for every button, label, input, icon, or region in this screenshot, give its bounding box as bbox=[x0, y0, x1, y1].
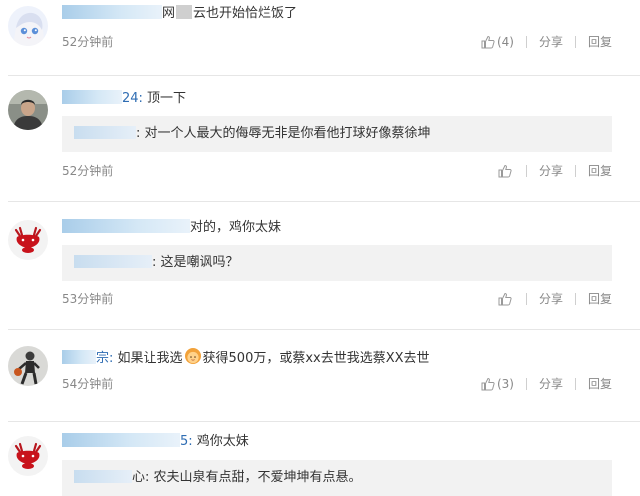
reply-button[interactable]: 回复 bbox=[588, 376, 612, 392]
divider bbox=[574, 165, 576, 177]
like-button[interactable] bbox=[498, 292, 514, 306]
divider bbox=[525, 165, 527, 177]
comment-actions: (3) 分享 回复 bbox=[481, 376, 612, 392]
reply-button[interactable]: 回复 bbox=[588, 291, 612, 307]
comment-text-line: 5: 鸡你太妹 bbox=[62, 433, 249, 451]
comment-text-line: 网 云也开始恰烂饭了 bbox=[62, 5, 297, 23]
thumbs-up-icon bbox=[498, 292, 512, 306]
quoted-username[interactable] bbox=[74, 126, 136, 139]
thumbs-up-icon bbox=[498, 164, 512, 178]
username[interactable] bbox=[62, 5, 162, 19]
quoted-text: : 这是嘲讽吗？ bbox=[152, 255, 239, 270]
comment-item: 24: 顶一下 : 对一个人最大的侮辱无非是你看他打球好像蔡徐坤 52分钟前 分… bbox=[0, 76, 640, 202]
like-count: (4) bbox=[496, 35, 514, 49]
avatar[interactable] bbox=[8, 436, 48, 476]
comment-text: 鸡你太妹 bbox=[192, 434, 249, 449]
quoted-username[interactable] bbox=[74, 255, 152, 268]
like-count: (3) bbox=[496, 377, 514, 391]
comment-actions: 分享 回复 bbox=[498, 163, 612, 179]
comment-item: 对的，鸡你太妹 : 这是嘲讽吗？ 53分钟前 分享 回复 bbox=[0, 202, 640, 330]
share-button[interactable]: 分享 bbox=[539, 163, 563, 179]
divider bbox=[574, 36, 576, 48]
comment-item: 网 云也开始恰烂饭了 52分钟前 (4) 分享 回复 bbox=[0, 0, 640, 76]
divider bbox=[574, 293, 576, 305]
like-button[interactable] bbox=[498, 164, 514, 178]
comment-text: 顶一下 bbox=[142, 91, 187, 106]
username-suffix[interactable]: 宗: bbox=[96, 351, 113, 366]
comment-text: 网 bbox=[162, 6, 176, 21]
like-button[interactable]: (4) bbox=[481, 34, 514, 50]
avatar[interactable] bbox=[8, 90, 48, 130]
timestamp: 52分钟前 bbox=[62, 164, 114, 178]
share-button[interactable]: 分享 bbox=[539, 291, 563, 307]
divider bbox=[525, 36, 527, 48]
quoted-reply-line: : 对一个人最大的侮辱无非是你看他打球好像蔡徐坤 bbox=[74, 125, 431, 143]
share-button[interactable]: 分享 bbox=[539, 376, 563, 392]
quoted-reply: : 这是嘲讽吗？ bbox=[62, 245, 612, 281]
avatar[interactable] bbox=[8, 6, 48, 46]
girl-emoji-icon bbox=[184, 348, 201, 364]
comment-text-line: 24: 顶一下 bbox=[62, 90, 186, 108]
comment-text-line: 对的，鸡你太妹 bbox=[62, 219, 281, 237]
quoted-text: : 对一个人最大的侮辱无非是你看他打球好像蔡徐坤 bbox=[136, 126, 431, 141]
comment-text: 云也开始恰烂饭了 bbox=[193, 6, 298, 21]
username-suffix[interactable]: 24: bbox=[122, 91, 143, 106]
avatar[interactable] bbox=[8, 220, 48, 260]
comment-item: 宗: 如果让我选 获得500万，或蔡xx去世我选蔡XX去世 54分钟前 (3) 分… bbox=[0, 330, 640, 422]
timestamp: 52分钟前 bbox=[62, 35, 114, 49]
thumbs-up-icon bbox=[481, 377, 495, 391]
quoted-reply: 心: 农夫山泉有点甜，不爱坤坤有点悬。 bbox=[62, 460, 612, 496]
comment-text: 如果让我选 bbox=[113, 351, 183, 366]
quoted-username[interactable] bbox=[74, 470, 132, 483]
quoted-reply-line: 心: 农夫山泉有点甜，不爱坤坤有点悬。 bbox=[74, 469, 362, 487]
like-button[interactable]: (3) bbox=[481, 376, 514, 392]
comment-item: 5: 鸡你太妹 心: 农夫山泉有点甜，不爱坤坤有点悬。 bbox=[0, 422, 640, 496]
username[interactable] bbox=[62, 433, 180, 447]
blurred-text bbox=[176, 5, 193, 19]
username[interactable] bbox=[62, 350, 96, 364]
divider bbox=[574, 378, 576, 390]
comment-actions: (4) 分享 回复 bbox=[481, 34, 612, 50]
quoted-text: 心: 农夫山泉有点甜，不爱坤坤有点悬。 bbox=[132, 470, 362, 485]
quoted-reply: : 对一个人最大的侮辱无非是你看他打球好像蔡徐坤 bbox=[62, 116, 612, 152]
thumbs-up-icon bbox=[481, 35, 495, 49]
comment-text-line: 宗: 如果让我选 获得500万，或蔡xx去世我选蔡XX去世 bbox=[62, 346, 430, 368]
username[interactable] bbox=[62, 90, 122, 104]
timestamp: 54分钟前 bbox=[62, 377, 114, 391]
reply-button[interactable]: 回复 bbox=[588, 34, 612, 50]
timestamp: 53分钟前 bbox=[62, 292, 114, 306]
divider bbox=[525, 293, 527, 305]
share-button[interactable]: 分享 bbox=[539, 34, 563, 50]
username-suffix[interactable]: 5: bbox=[180, 434, 193, 449]
avatar[interactable] bbox=[8, 346, 48, 386]
quoted-reply-line: : 这是嘲讽吗？ bbox=[74, 254, 239, 272]
divider bbox=[525, 378, 527, 390]
comment-text: 对的，鸡你太妹 bbox=[190, 220, 282, 235]
username[interactable] bbox=[62, 219, 190, 233]
comment-text: 获得500万，或蔡xx去世我选蔡XX去世 bbox=[202, 351, 430, 366]
reply-button[interactable]: 回复 bbox=[588, 163, 612, 179]
comment-actions: 分享 回复 bbox=[498, 291, 612, 307]
